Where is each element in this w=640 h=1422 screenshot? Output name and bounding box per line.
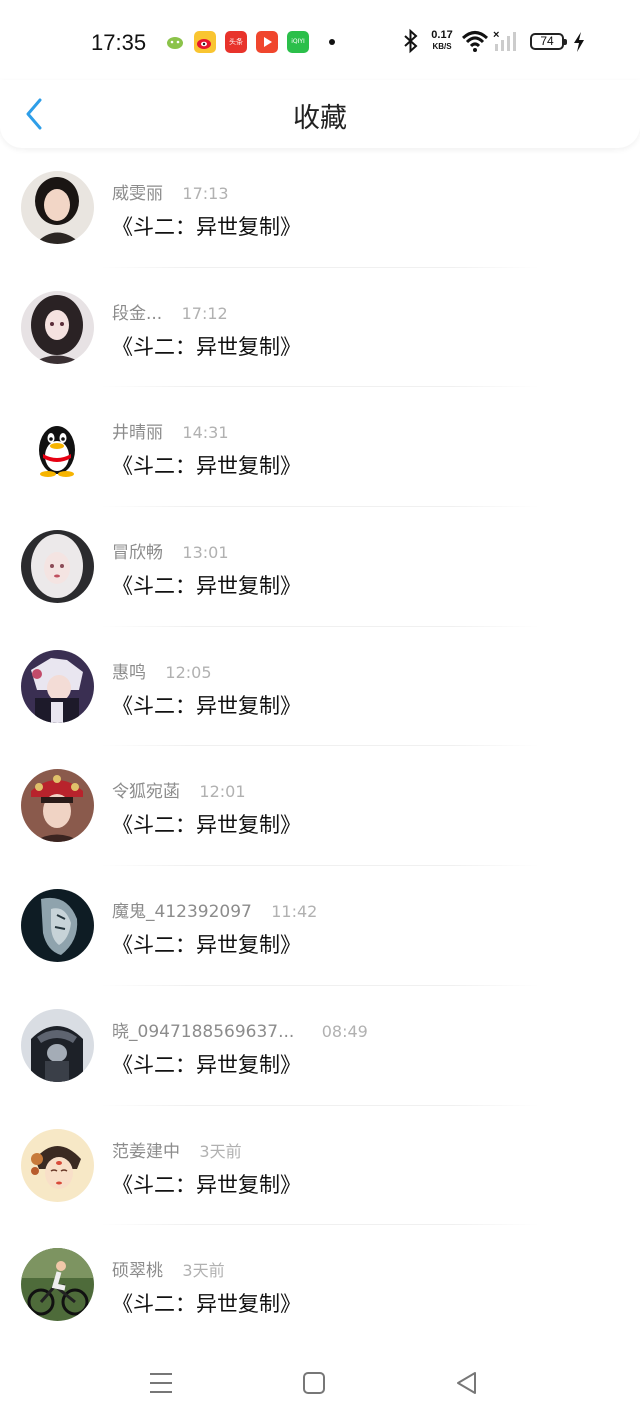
list-item-meta: 段金... 17:12 bbox=[112, 299, 228, 324]
list-item-meta: 令狐宛菡 12:01 bbox=[112, 777, 246, 802]
wechat-reading-icon bbox=[164, 31, 186, 53]
signal-icon: × bbox=[493, 29, 516, 51]
list-item-time: 08:49 bbox=[321, 1021, 368, 1041]
list-item-message: 《斗二：异世复制》 bbox=[112, 693, 301, 718]
avatar[interactable] bbox=[21, 410, 94, 484]
list-item-time: 3天前 bbox=[182, 1261, 225, 1281]
charging-icon bbox=[574, 32, 584, 52]
list-item-time: 3天前 bbox=[199, 1141, 242, 1161]
list-item-meta: 冒欣畅 13:01 bbox=[112, 538, 229, 563]
avatar[interactable] bbox=[21, 290, 94, 364]
page-title: 收藏 bbox=[293, 103, 347, 134]
list-item[interactable]: 晓_0947188569637... 08:49 《斗二：异世复制》 bbox=[0, 986, 640, 1106]
avatar[interactable] bbox=[21, 1008, 94, 1082]
list-item-time: 12:01 bbox=[199, 782, 246, 802]
menu-icon bbox=[150, 1373, 172, 1393]
battery-indicator: 74 bbox=[530, 33, 567, 50]
system-nav-bar bbox=[0, 1342, 640, 1422]
list-item-time: 14:31 bbox=[182, 423, 229, 443]
avatar[interactable] bbox=[21, 769, 94, 843]
header-bar: 收藏 bbox=[0, 80, 640, 148]
list-item-name: 威雯丽 bbox=[112, 184, 163, 204]
qq-penguin-icon bbox=[21, 410, 94, 484]
list-item-message: 《斗二：异世复制》 bbox=[112, 1052, 301, 1077]
list-item-message: 《斗二：异世复制》 bbox=[112, 334, 301, 359]
square-home-icon bbox=[303, 1372, 325, 1394]
menu-button[interactable] bbox=[146, 1368, 176, 1398]
list-item-name: 段金... bbox=[112, 303, 163, 324]
list-item-message: 《斗二：异世复制》 bbox=[112, 454, 301, 479]
list-item-name: 冒欣畅 bbox=[112, 543, 163, 564]
list-item-meta: 晓_0947188569637... 08:49 bbox=[112, 1017, 368, 1042]
avatar[interactable] bbox=[21, 1248, 94, 1322]
avatar[interactable] bbox=[21, 530, 94, 604]
avatar[interactable] bbox=[21, 171, 94, 244]
list-item-time: 13:01 bbox=[182, 543, 229, 563]
list-item-name: 惠鸣 bbox=[112, 662, 146, 683]
back-nav-button[interactable] bbox=[452, 1368, 482, 1398]
toutiao-icon: 头条 bbox=[225, 31, 247, 53]
list-item[interactable]: 硕翠桃 3天前 《斗二：异世复制》 bbox=[0, 1225, 640, 1345]
home-button[interactable] bbox=[299, 1368, 329, 1398]
svg-text:×: × bbox=[493, 29, 499, 41]
favorites-list: 威雯丽 17:13 《斗二：异世复制》 段金... 17:12 《斗二：异世复制… bbox=[0, 148, 640, 1345]
list-item-name: 魔鬼_412392097 bbox=[112, 902, 252, 923]
wifi-icon bbox=[461, 31, 489, 52]
triangle-back-icon bbox=[457, 1372, 476, 1394]
list-item[interactable]: 范姜建中 3天前 《斗二：异世复制》 bbox=[0, 1106, 640, 1226]
status-bar: 17:35 头条 iQIYI 0.17 KB/S × 74 bbox=[0, 0, 640, 80]
iqiyi-icon: iQIYI bbox=[287, 31, 309, 53]
list-item-time: 11:42 bbox=[271, 902, 318, 922]
list-item-name: 井晴丽 bbox=[112, 423, 163, 444]
list-item-message: 《斗二：异世复制》 bbox=[112, 215, 301, 239]
list-item-meta: 井晴丽 14:31 bbox=[112, 418, 229, 443]
list-item[interactable]: 威雯丽 17:13 《斗二：异世复制》 bbox=[0, 148, 640, 268]
list-item-message: 《斗二：异世复制》 bbox=[112, 1292, 301, 1317]
list-item-meta: 硕翠桃 3天前 bbox=[112, 1256, 225, 1281]
list-item-message: 《斗二：异世复制》 bbox=[112, 933, 301, 958]
list-item-meta: 威雯丽 17:13 bbox=[112, 179, 229, 204]
list-item[interactable]: 井晴丽 14:31 《斗二：异世复制》 bbox=[0, 387, 640, 508]
network-speed-value: 0.17 bbox=[431, 29, 453, 41]
list-item[interactable]: 惠鸣 12:05 《斗二：异世复制》 bbox=[0, 627, 640, 747]
list-item-meta: 魔鬼_412392097 11:42 bbox=[112, 897, 317, 922]
list-item-time: 12:05 bbox=[165, 662, 212, 682]
list-item-message: 《斗二：异世复制》 bbox=[112, 574, 301, 599]
list-item[interactable]: 令狐宛菡 12:01 《斗二：异世复制》 bbox=[0, 746, 640, 867]
list-item-name: 硕翠桃 bbox=[112, 1261, 163, 1282]
list-item[interactable]: 冒欣畅 13:01 《斗二：异世复制》 bbox=[0, 507, 640, 627]
list-item-name: 令狐宛菡 bbox=[112, 782, 180, 803]
notification-dot bbox=[329, 39, 335, 45]
list-item-time: 17:13 bbox=[182, 184, 229, 203]
network-speed: 0.17 KB/S bbox=[428, 30, 456, 52]
bluetooth-icon bbox=[404, 28, 418, 54]
list-item-message: 《斗二：异世复制》 bbox=[112, 1172, 301, 1197]
video-play-icon bbox=[256, 31, 278, 53]
list-item-meta: 范姜建中 3天前 bbox=[112, 1137, 242, 1162]
list-item-name: 范姜建中 bbox=[112, 1141, 180, 1162]
list-item-meta: 惠鸣 12:05 bbox=[112, 658, 212, 683]
list-item-name: 晓_0947188569637... bbox=[112, 1021, 295, 1042]
network-speed-unit: KB/S bbox=[432, 42, 452, 51]
weibo-icon bbox=[194, 31, 216, 53]
list-item[interactable]: 段金... 17:12 《斗二：异世复制》 bbox=[0, 268, 640, 388]
avatar[interactable] bbox=[21, 649, 94, 723]
avatar[interactable] bbox=[21, 1128, 94, 1202]
list-item-time: 17:12 bbox=[181, 303, 228, 323]
list-item[interactable]: 魔鬼_412392097 11:42 《斗二：异世复制》 bbox=[0, 866, 640, 986]
status-time: 17:35 bbox=[91, 30, 147, 55]
avatar[interactable] bbox=[21, 889, 94, 963]
list-item-message: 《斗二：异世复制》 bbox=[112, 813, 301, 838]
